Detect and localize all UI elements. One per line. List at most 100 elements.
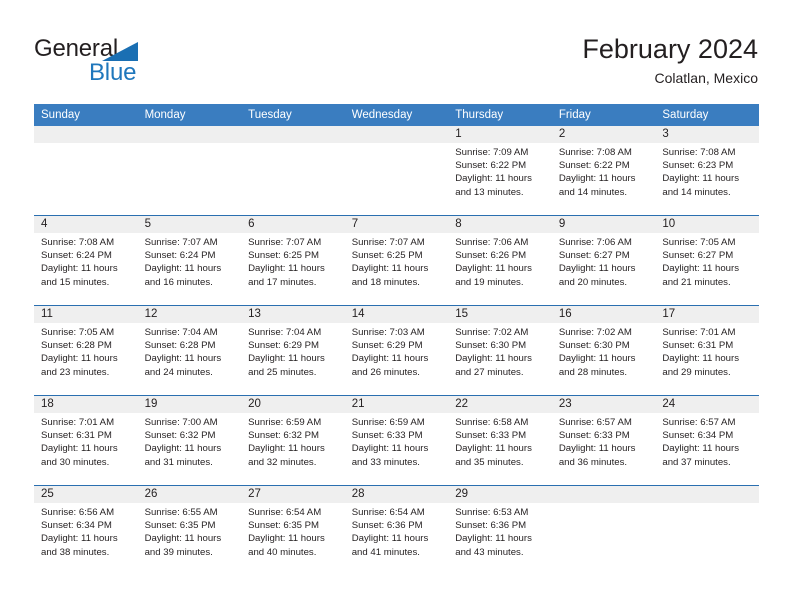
sunset-line: Sunset: 6:22 PM <box>455 160 527 172</box>
calendar-grid: Sunday Monday Tuesday Wednesday Thursday Frid… <box>34 104 759 575</box>
sunrise-line: Sunrise: 6:57 AM <box>662 417 736 428</box>
calendar-day-cell[interactable]: 22 Sunrise: 6:58 AM Sunset: 6:33 PM Dayligh… <box>448 395 552 486</box>
day-number: 2 <box>551 126 656 143</box>
sunrise-line: Sunrise: 6:58 AM <box>455 417 529 428</box>
daylight-line-2: and 29 minutes. <box>662 366 731 378</box>
brand-logo[interactable]: General Blue <box>34 36 254 92</box>
day-details: Sunrise: 7:07 AM Sunset: 6:24 PM Daylight:… <box>138 233 242 289</box>
calendar-day-cell[interactable]: 13 Sunrise: 7:04 AM Sunset: 6:29 PM Dayligh… <box>241 305 345 396</box>
day-details: Sunrise: 7:08 AM Sunset: 6:22 PM Daylight:… <box>552 143 656 199</box>
sunset-line: Sunset: 6:33 PM <box>351 430 423 442</box>
day-cell-inner: 2 Sunrise: 7:08 AM Sunset: 6:22 PM Daylight… <box>551 126 656 215</box>
daylight-line-2: and 20 minutes. <box>558 276 628 288</box>
day-number <box>241 126 345 143</box>
day-cell-inner: 4 Sunrise: 7:08 AM Sunset: 6:24 PM Daylight… <box>34 216 138 305</box>
sunset-line: Sunset: 6:25 PM <box>248 250 320 262</box>
day-number <box>137 126 242 143</box>
day-number: 29 <box>448 486 552 503</box>
sunset-line: Sunset: 6:23 PM <box>662 160 734 172</box>
day-details: Sunrise: 7:01 AM Sunset: 6:31 PM Daylight:… <box>34 413 138 469</box>
sunset-line: Sunset: 6:29 PM <box>351 340 423 352</box>
sunset-line: Sunset: 6:27 PM <box>558 250 630 262</box>
daylight-line-2: and 24 minutes. <box>144 366 213 378</box>
calendar-day-cell[interactable]: 20 Sunrise: 6:59 AM Sunset: 6:32 PM Dayligh… <box>241 395 345 486</box>
calendar-day-cell[interactable]: 11 Sunrise: 7:05 AM Sunset: 6:28 PM Dayligh… <box>34 305 138 396</box>
calendar-day-cell[interactable]: 9 Sunrise: 7:06 AM Sunset: 6:27 PM Daylight… <box>551 215 656 306</box>
sunrise-line: Sunrise: 7:01 AM <box>662 327 736 338</box>
daylight-line-2: and 43 minutes. <box>455 546 524 558</box>
sunset-line: Sunset: 6:30 PM <box>558 340 630 352</box>
daylight-line-1: Daylight: 11 hours <box>351 353 429 365</box>
calendar-day-cell-empty <box>655 485 759 575</box>
day-number: 7 <box>344 216 449 233</box>
calendar-week-row: 4 Sunrise: 7:08 AM Sunset: 6:24 PM Daylight… <box>34 215 759 306</box>
calendar-day-cell[interactable]: 2 Sunrise: 7:08 AM Sunset: 6:22 PM Daylight… <box>551 126 656 216</box>
calendar-day-cell[interactable]: 4 Sunrise: 7:08 AM Sunset: 6:24 PM Daylight… <box>34 215 138 306</box>
day-number: 5 <box>137 216 242 233</box>
day-cell-inner <box>344 126 449 215</box>
daylight-line-1: Daylight: 11 hours <box>455 263 532 275</box>
calendar-day-cell[interactable]: 19 Sunrise: 7:00 AM Sunset: 6:32 PM Dayligh… <box>137 395 242 486</box>
calendar-day-cell[interactable]: 23 Sunrise: 6:57 AM Sunset: 6:33 PM Dayligh… <box>551 395 656 486</box>
daylight-line-1: Daylight: 11 hours <box>558 263 636 275</box>
calendar-day-cell[interactable]: 17 Sunrise: 7:01 AM Sunset: 6:31 PM Dayligh… <box>655 305 759 396</box>
calendar-day-cell[interactable]: 25 Sunrise: 6:56 AM Sunset: 6:34 PM Dayligh… <box>34 485 138 575</box>
calendar-day-cell[interactable]: 27 Sunrise: 6:54 AM Sunset: 6:35 PM Dayligh… <box>241 485 345 575</box>
day-details: Sunrise: 7:02 AM Sunset: 6:30 PM Daylight:… <box>448 323 552 379</box>
calendar-week-row: 11 Sunrise: 7:05 AM Sunset: 6:28 PM Dayligh… <box>34 305 759 396</box>
daylight-line-2: and 41 minutes. <box>351 546 420 558</box>
daylight-line-2: and 13 minutes. <box>455 186 524 198</box>
daylight-line-1: Daylight: 11 hours <box>248 443 325 455</box>
sunrise-line: Sunrise: 7:01 AM <box>41 417 115 428</box>
day-cell-inner: 16 Sunrise: 7:02 AM Sunset: 6:30 PM Dayligh… <box>551 306 656 395</box>
sunrise-line: Sunrise: 6:53 AM <box>455 507 529 518</box>
calendar-day-cell[interactable]: 10 Sunrise: 7:05 AM Sunset: 6:27 PM Dayligh… <box>655 215 759 306</box>
calendar-day-cell-empty <box>137 126 242 216</box>
calendar-day-cell[interactable]: 16 Sunrise: 7:02 AM Sunset: 6:30 PM Dayligh… <box>551 305 656 396</box>
calendar-day-cell[interactable]: 1 Sunrise: 7:09 AM Sunset: 6:22 PM Daylight… <box>448 126 552 216</box>
daylight-line-1: Daylight: 11 hours <box>144 533 222 545</box>
sunset-line: Sunset: 6:35 PM <box>144 520 216 532</box>
day-details: Sunrise: 7:07 AM Sunset: 6:25 PM Daylight:… <box>345 233 449 289</box>
calendar-day-cell[interactable]: 5 Sunrise: 7:07 AM Sunset: 6:24 PM Daylight… <box>137 215 242 306</box>
calendar-day-cell[interactable]: 15 Sunrise: 7:02 AM Sunset: 6:30 PM Dayligh… <box>448 305 552 396</box>
calendar-day-cell[interactable]: 3 Sunrise: 7:08 AM Sunset: 6:23 PM Daylight… <box>655 126 759 216</box>
day-details: Sunrise: 6:55 AM Sunset: 6:35 PM Daylight:… <box>138 503 242 559</box>
sunset-line: Sunset: 6:28 PM <box>41 340 112 352</box>
daylight-line-2: and 40 minutes. <box>248 546 317 558</box>
sunrise-line: Sunrise: 7:06 AM <box>455 237 529 248</box>
day-details: Sunrise: 7:04 AM Sunset: 6:28 PM Daylight:… <box>138 323 242 379</box>
calendar-day-cell[interactable]: 7 Sunrise: 7:07 AM Sunset: 6:25 PM Daylight… <box>344 215 449 306</box>
calendar-day-cell[interactable]: 8 Sunrise: 7:06 AM Sunset: 6:26 PM Daylight… <box>448 215 552 306</box>
day-details: Sunrise: 7:09 AM Sunset: 6:22 PM Daylight:… <box>448 143 552 199</box>
calendar-day-cell[interactable]: 26 Sunrise: 6:55 AM Sunset: 6:35 PM Dayligh… <box>137 485 242 575</box>
calendar-day-cell[interactable]: 12 Sunrise: 7:04 AM Sunset: 6:28 PM Dayligh… <box>137 305 242 396</box>
calendar-day-cell-empty <box>241 126 345 216</box>
day-number: 9 <box>551 216 656 233</box>
sunset-line: Sunset: 6:33 PM <box>558 430 630 442</box>
day-number: 22 <box>448 396 552 413</box>
calendar-day-cell[interactable]: 29 Sunrise: 6:53 AM Sunset: 6:36 PM Dayligh… <box>448 485 552 575</box>
daylight-line-1: Daylight: 11 hours <box>662 353 739 365</box>
day-details: Sunrise: 7:06 AM Sunset: 6:26 PM Daylight:… <box>448 233 552 289</box>
day-cell-inner: 6 Sunrise: 7:07 AM Sunset: 6:25 PM Daylight… <box>241 216 345 305</box>
calendar-day-cell[interactable]: 28 Sunrise: 6:54 AM Sunset: 6:36 PM Dayligh… <box>344 485 449 575</box>
calendar-day-cell[interactable]: 6 Sunrise: 7:07 AM Sunset: 6:25 PM Daylight… <box>241 215 345 306</box>
calendar-day-cell[interactable]: 21 Sunrise: 6:59 AM Sunset: 6:33 PM Dayligh… <box>344 395 449 486</box>
day-cell-inner <box>137 126 242 215</box>
day-details: Sunrise: 7:05 AM Sunset: 6:28 PM Daylight:… <box>34 323 138 379</box>
sunset-line: Sunset: 6:33 PM <box>455 430 527 442</box>
calendar-day-cell[interactable]: 24 Sunrise: 6:57 AM Sunset: 6:34 PM Dayligh… <box>655 395 759 486</box>
day-number: 26 <box>137 486 242 503</box>
page-title: February 2024 <box>582 34 758 64</box>
day-number: 28 <box>344 486 449 503</box>
daylight-line-1: Daylight: 11 hours <box>351 533 429 545</box>
calendar-day-cell[interactable]: 18 Sunrise: 7:01 AM Sunset: 6:31 PM Dayligh… <box>34 395 138 486</box>
sunrise-line: Sunrise: 7:05 AM <box>662 237 736 248</box>
sunrise-line: Sunrise: 7:08 AM <box>662 147 736 158</box>
daylight-line-1: Daylight: 11 hours <box>558 173 636 185</box>
sunrise-line: Sunrise: 6:57 AM <box>558 417 632 428</box>
calendar-day-cell[interactable]: 14 Sunrise: 7:03 AM Sunset: 6:29 PM Dayligh… <box>344 305 449 396</box>
daylight-line-1: Daylight: 11 hours <box>455 533 532 545</box>
daylight-line-2: and 15 minutes. <box>41 276 110 288</box>
